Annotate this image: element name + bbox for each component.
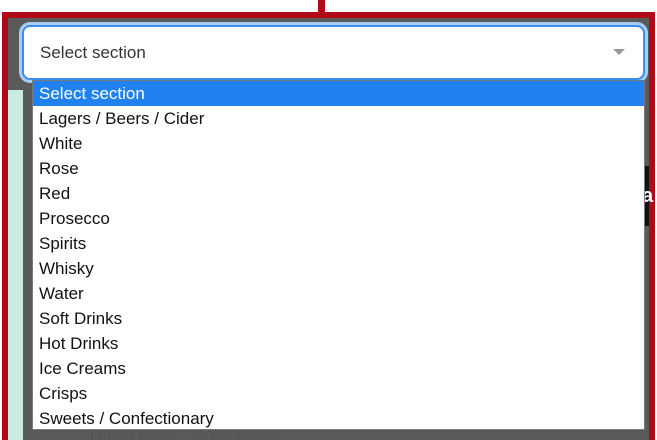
option-select-section[interactable]: Select section: [33, 81, 644, 106]
section-dropdown-list[interactable]: Select section Lagers / Beers / Cider Wh…: [32, 80, 645, 430]
option-soft-drinks[interactable]: Soft Drinks: [33, 306, 644, 331]
option-spirits[interactable]: Spirits: [33, 231, 644, 256]
option-crisps[interactable]: Crisps: [33, 381, 644, 406]
section-select-value: Select section: [40, 43, 146, 62]
option-prosecco[interactable]: Prosecco: [33, 206, 644, 231]
option-white[interactable]: White: [33, 131, 644, 156]
option-lagers-beers-cider[interactable]: Lagers / Beers / Cider: [33, 106, 644, 131]
triangle-down-icon[interactable]: [613, 49, 625, 55]
option-sweets-confectionary[interactable]: Sweets / Confectionary: [33, 406, 644, 429]
background-stripe: [8, 90, 23, 440]
option-water[interactable]: Water: [33, 281, 644, 306]
option-rose[interactable]: Rose: [33, 156, 644, 181]
option-whisky[interactable]: Whisky: [33, 256, 644, 281]
option-red[interactable]: Red: [33, 181, 644, 206]
option-ice-creams[interactable]: Ice Creams: [33, 356, 644, 381]
section-select[interactable]: Select section: [22, 25, 645, 80]
screenshot-stage: a Dutch lager, 330ml bottle Select secti…: [0, 0, 657, 440]
option-hot-drinks[interactable]: Hot Drinks: [33, 331, 644, 356]
